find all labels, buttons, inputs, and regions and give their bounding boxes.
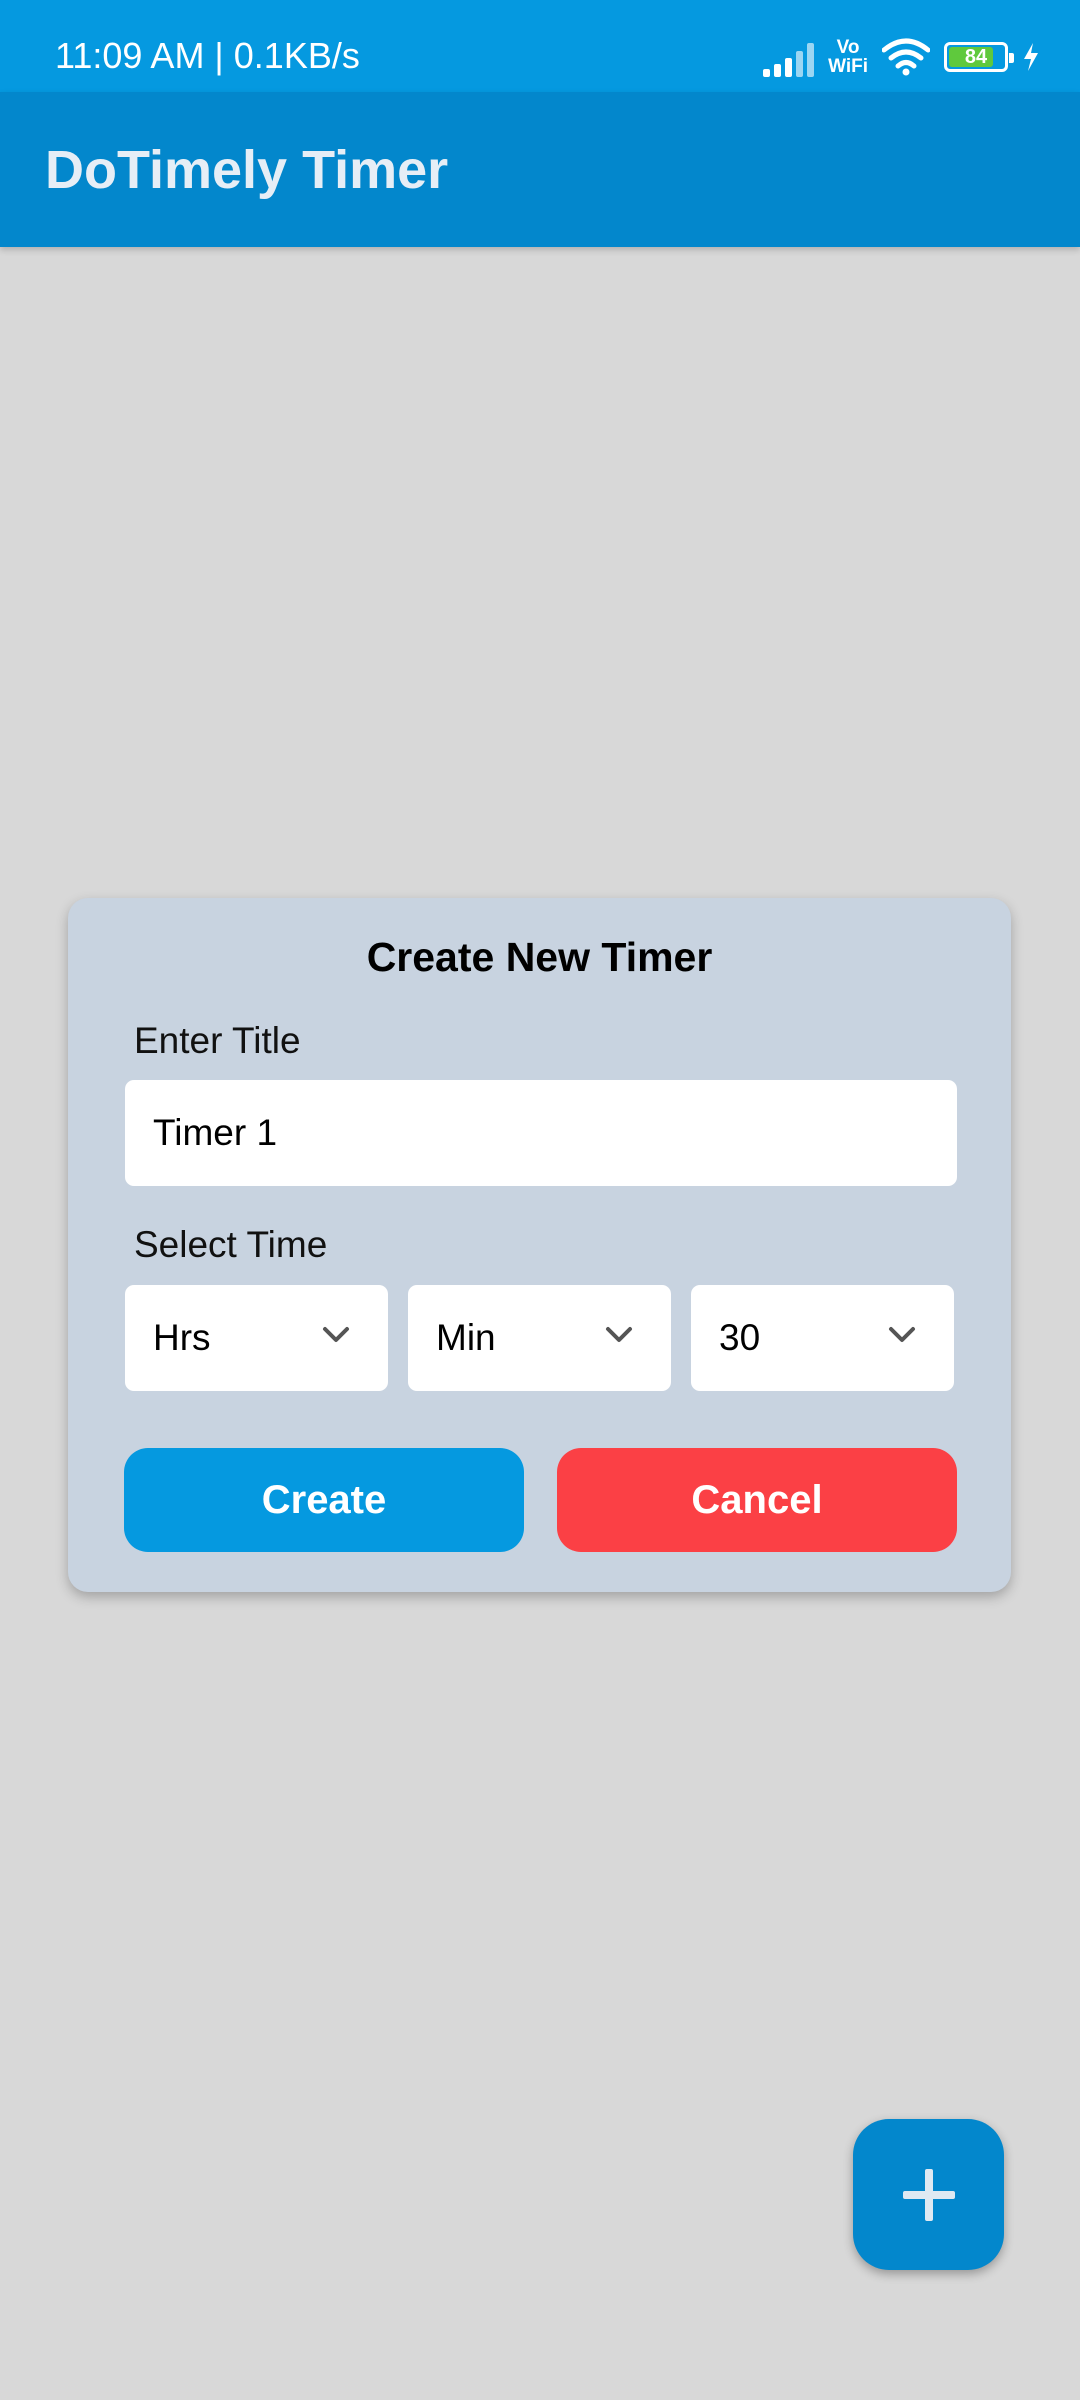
title-input[interactable]: Timer 1 [125, 1080, 957, 1186]
battery-cap [1009, 53, 1014, 63]
minutes-select-value: Min [436, 1317, 496, 1358]
signal-icon [763, 37, 815, 77]
minutes-select[interactable]: Min [408, 1285, 671, 1391]
battery-icon: 84 [944, 42, 1014, 72]
add-timer-button[interactable] [853, 2119, 1004, 2270]
volte-line2: WiFi [828, 56, 868, 77]
wifi-icon [882, 38, 930, 76]
charging-bolt-icon [1024, 43, 1038, 71]
dialog-title: Create New Timer [366, 934, 713, 980]
plus-icon [902, 2168, 955, 2221]
create-timer-dialog: Create New Timer Enter Title Timer 1 Sel… [68, 898, 1011, 1592]
title-label: Enter Title [134, 1020, 301, 1061]
seconds-select[interactable]: 30 [691, 1285, 954, 1391]
app-bar: DoTimely Timer [0, 92, 1080, 247]
chevron-down-icon [606, 1327, 632, 1342]
chevron-down-icon [323, 1327, 349, 1342]
seconds-select-value: 30 [719, 1317, 761, 1358]
create-button[interactable]: Create [124, 1448, 524, 1552]
status-time: 11:09 AM | 0.1KB/s [55, 35, 360, 76]
battery-level: 84 [964, 45, 988, 68]
hours-select-value: Hrs [153, 1317, 211, 1358]
cancel-button[interactable]: Cancel [557, 1448, 957, 1552]
status-icons: Vo WiFi 84 [763, 34, 1040, 80]
time-label: Select Time [134, 1224, 328, 1265]
chevron-down-icon [889, 1327, 915, 1342]
app-title: DoTimely Timer [45, 140, 449, 200]
hours-select[interactable]: Hrs [125, 1285, 388, 1391]
volte-line1: Vo [836, 37, 860, 58]
volte-wifi-icon: Vo WiFi [828, 38, 868, 76]
status-bar: 11:09 AM | 0.1KB/s Vo WiFi 84 [0, 0, 1080, 92]
